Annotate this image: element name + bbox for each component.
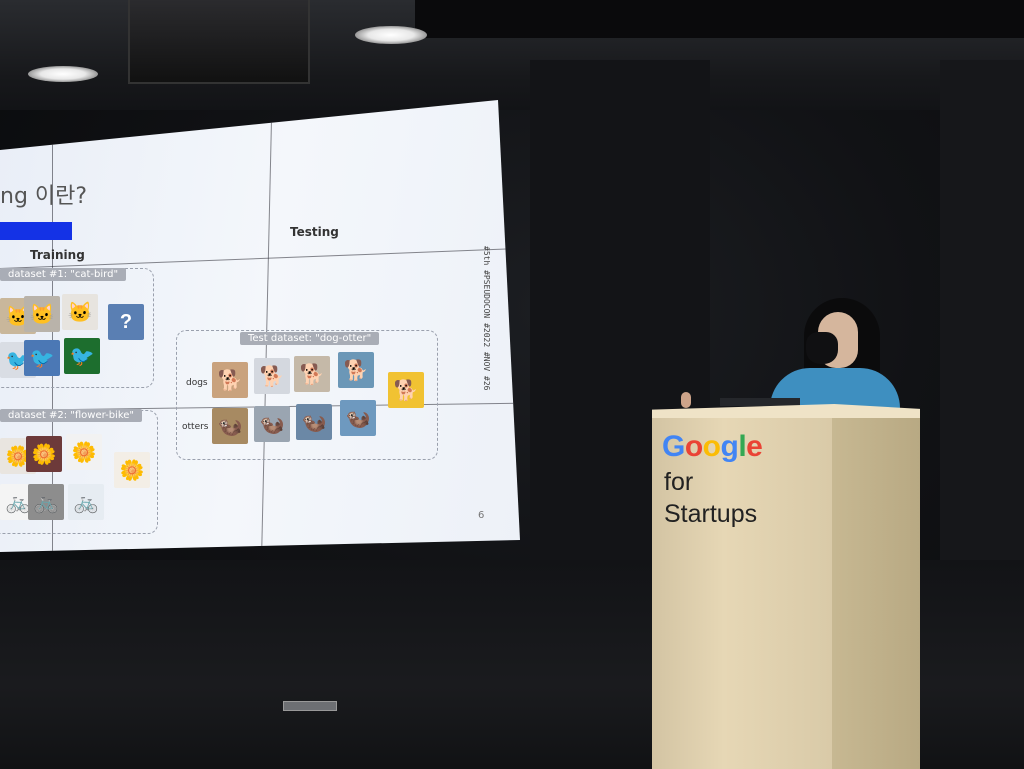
query-thumbnail: ? <box>108 304 144 340</box>
dog-thumbnail: 🐕 <box>212 362 248 398</box>
podium-top <box>652 404 920 418</box>
test-dataset-label: Test dataset: "dog-otter" <box>240 332 380 345</box>
cat-thumbnail: 🐱 <box>62 294 98 330</box>
otter-thumbnail: 🦦 <box>296 404 332 440</box>
face-mask <box>806 332 838 364</box>
ceiling-spotlight <box>355 26 427 44</box>
testing-label: Testing <box>290 225 339 239</box>
otter-thumbnail: 🦦 <box>340 400 376 436</box>
podium: Google for Startups <box>652 404 920 769</box>
google-logo: Google <box>662 430 763 464</box>
conference-photo: ng 이란? Training Testing #5th #PSEUDOCON … <box>0 0 1024 769</box>
podium-text-startups: Startups <box>664 500 758 528</box>
logo-letter: e <box>746 430 763 463</box>
dataset1-label: dataset #1: "cat-bird" <box>0 268 127 281</box>
conference-tag: #5th #PSEUDOCON #2022 #NOV #26 <box>482 246 491 391</box>
bird-thumbnail: 🐦 <box>24 340 60 376</box>
projector <box>128 0 310 84</box>
dog-thumbnail: 🐕 <box>338 352 374 388</box>
ceiling-spotlight <box>28 66 98 82</box>
logo-letter: o <box>702 430 721 463</box>
training-label: Training <box>30 248 85 262</box>
logo-letter: G <box>662 430 685 463</box>
logo-letter: g <box>720 430 739 463</box>
floor-vent <box>283 701 337 711</box>
dogs-row-label: dogs <box>186 378 208 388</box>
bird-thumbnail: 🐦 <box>64 338 100 374</box>
ceiling-beam <box>415 0 1024 38</box>
otter-thumbnail: 🦦 <box>254 406 290 442</box>
otters-row-label: otters <box>182 422 209 432</box>
logo-letter: o <box>684 430 703 463</box>
dog-thumbnail: 🐕 <box>254 358 290 394</box>
podium-side <box>832 410 920 769</box>
flower-thumbnail: 🌼 <box>26 436 62 472</box>
flower-thumbnail: 🌼 <box>66 434 102 470</box>
cat-thumbnail: 🐱 <box>24 296 60 332</box>
query-thumbnail: 🌼 <box>114 452 150 488</box>
bike-thumbnail: 🚲 <box>68 484 104 520</box>
title-underline <box>0 222 72 240</box>
dataset2-label: dataset #2: "flower-bike" <box>0 409 143 422</box>
slide-page-number: 6 <box>478 510 485 521</box>
bike-thumbnail: 🚲 <box>28 484 64 520</box>
slide-title: ng 이란? <box>0 184 88 209</box>
query-thumbnail: 🐕 <box>388 372 424 408</box>
dog-thumbnail: 🐕 <box>294 356 330 392</box>
slide: ng 이란? Training Testing #5th #PSEUDOCON … <box>0 120 500 550</box>
otter-thumbnail: 🦦 <box>212 408 248 444</box>
logo-letter: l <box>738 430 747 463</box>
podium-text-for: for <box>664 468 694 496</box>
